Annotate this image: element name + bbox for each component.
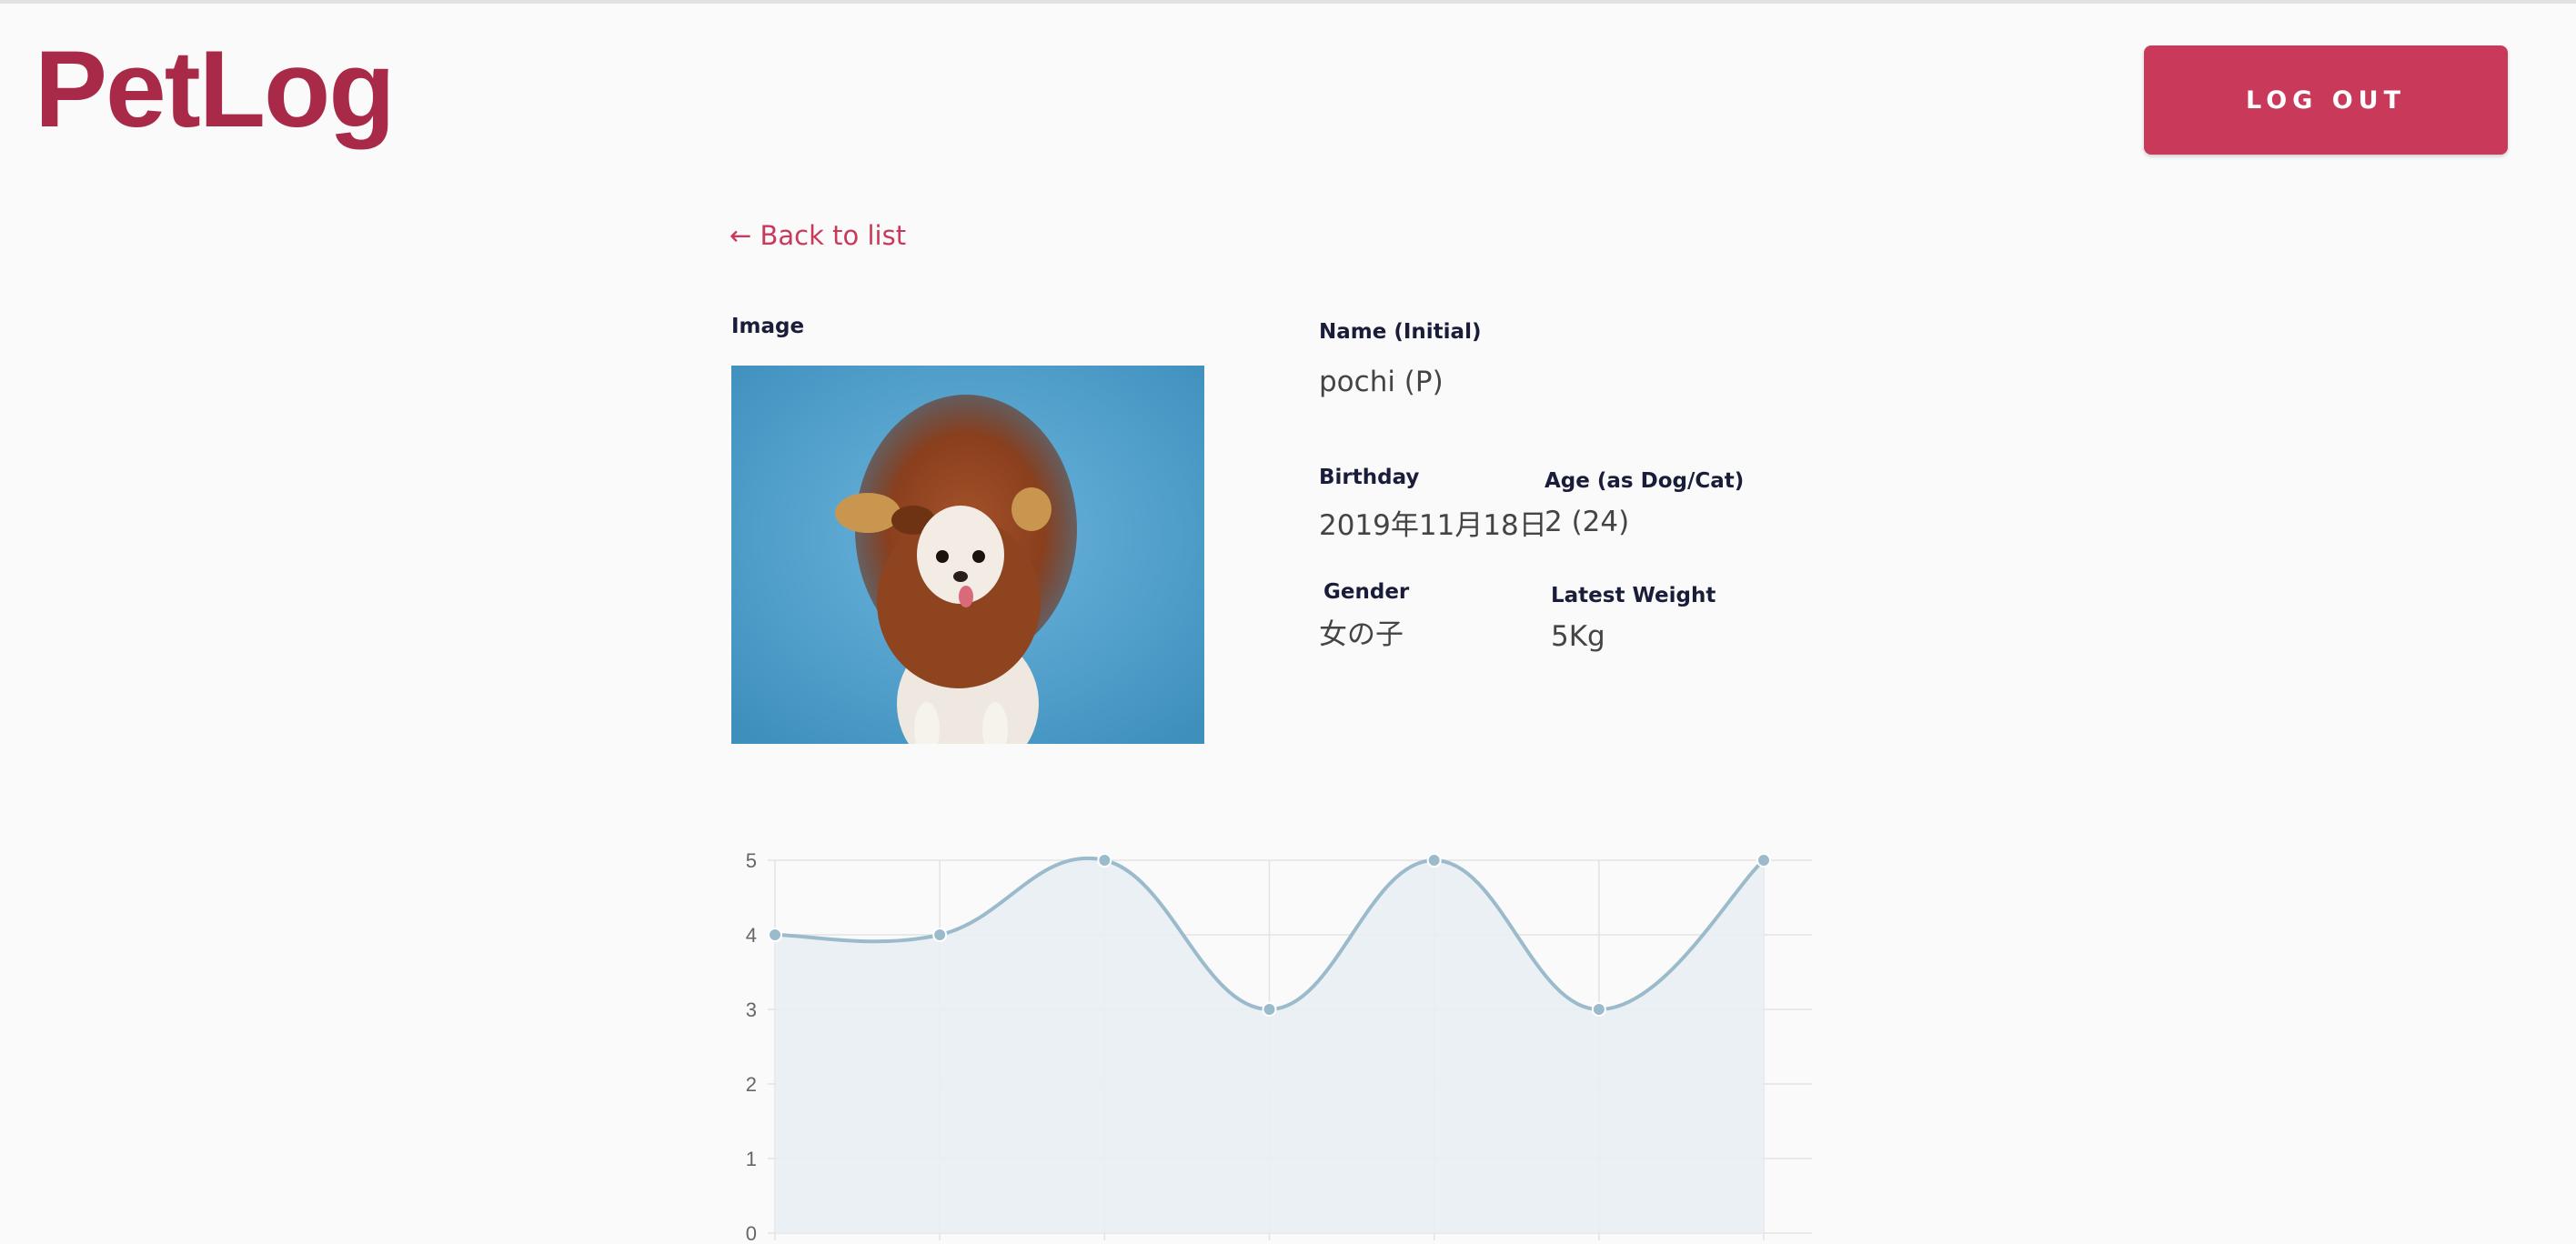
pet-photo — [731, 366, 1204, 744]
y-tick-label: 2 — [746, 1073, 757, 1096]
weight-point — [1426, 853, 1442, 868]
age-value: 2 (24) — [1545, 506, 1630, 538]
weight-point — [1262, 1002, 1277, 1017]
y-tick-label: 1 — [746, 1148, 757, 1170]
name-label: Name (Initial) — [1319, 320, 1482, 344]
logout-button[interactable]: LOG OUT — [2144, 45, 2508, 155]
weight-label: Latest Weight — [1551, 584, 1716, 607]
weight-value: 5Kg — [1551, 620, 1605, 653]
back-to-list-link[interactable]: ← Back to list — [730, 220, 906, 251]
weight-point — [1591, 1002, 1606, 1017]
y-tick-label: 5 — [746, 849, 757, 872]
weight-point — [768, 928, 782, 942]
age-label: Age (as Dog/Cat) — [1545, 469, 1745, 493]
image-label: Image — [731, 315, 805, 338]
gender-value: 女の子 — [1319, 618, 1404, 651]
gender-label: Gender — [1323, 580, 1410, 604]
weight-point — [1097, 853, 1112, 868]
app-logo: PetLog — [35, 28, 396, 150]
birthday-value: 2019年11月18日 — [1319, 509, 1547, 542]
birthday-label: Birthday — [1319, 466, 1420, 489]
weight-point — [932, 928, 948, 942]
y-tick-label: 0 — [746, 1222, 757, 1240]
name-value: pochi (P) — [1319, 366, 1444, 398]
y-tick-label: 3 — [746, 998, 757, 1021]
weight-chart: 0 1 2 3 4 5 — [719, 831, 1828, 1244]
y-tick-label: 4 — [746, 924, 757, 947]
weight-point — [1756, 853, 1771, 868]
